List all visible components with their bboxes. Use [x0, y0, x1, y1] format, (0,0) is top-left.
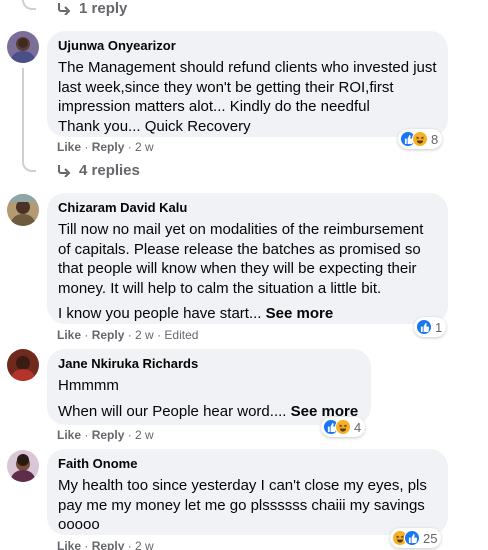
reaction-count: 8 [431, 131, 439, 147]
thread-connector [22, 0, 36, 10]
reply-link[interactable]: Reply [92, 539, 125, 550]
view-replies-link[interactable]: 4 replies [57, 162, 140, 179]
comment-time[interactable]: 2 w [135, 328, 154, 342]
reply-link[interactable]: Reply [92, 328, 125, 342]
edited-label: Edited [164, 328, 199, 342]
comment-truncated-text: When will our People hear word.... [58, 402, 287, 420]
comment-text: The Management should refund clients who… [58, 59, 437, 135]
comment-text: Hmmmm [58, 377, 119, 394]
comment-actions: Like · Reply · 2 w [57, 538, 154, 550]
avatar[interactable] [7, 349, 39, 381]
like-link[interactable]: Like [57, 328, 81, 342]
like-link[interactable]: Like [57, 140, 81, 154]
like-link[interactable]: Like [57, 428, 81, 442]
view-replies-label: 4 replies [79, 162, 140, 179]
haha-reaction-icon [335, 419, 351, 435]
reaction-count: 4 [354, 419, 362, 435]
view-replies-link[interactable]: 1 reply [57, 0, 127, 17]
like-link[interactable]: Like [57, 539, 81, 550]
reaction-summary[interactable]: 4 [321, 417, 366, 437]
comment-bubble: Faith Onome My health too since yesterda… [47, 449, 448, 535]
reaction-count: 25 [423, 530, 438, 546]
reaction-summary[interactable]: 25 [390, 528, 442, 548]
comment-text-continued: When will our People hear word.... See m… [58, 402, 360, 422]
comment-text: My health too since yesterday I can't cl… [58, 477, 427, 533]
comment-author[interactable]: Ujunwa Onyearizor [58, 38, 437, 54]
haha-reaction-icon [412, 131, 428, 147]
thread-connector [22, 150, 36, 172]
reply-arrow-icon [58, 164, 71, 177]
comment-actions: Like · Reply · 2 w [57, 428, 154, 442]
like-reaction-icon [404, 530, 420, 546]
comment-author[interactable]: Jane Nkiruka Richards [58, 356, 360, 372]
comment-actions: Like · Reply · 2 w [57, 140, 154, 154]
thread-line [0, 0, 2, 550]
comment-author[interactable]: Chizaram David Kalu [58, 200, 437, 216]
comment-truncated-text: I know you people have start... [58, 305, 262, 322]
avatar[interactable] [7, 194, 39, 226]
reply-link[interactable]: Reply [92, 140, 125, 154]
comment-actions: Like · Reply · 2 w · Edited [57, 328, 199, 342]
comment-bubble: Ujunwa Onyearizor The Management should … [47, 31, 448, 137]
reaction-summary[interactable]: 1 [414, 317, 447, 337]
comment-author[interactable]: Faith Onome [58, 456, 437, 472]
comment-time[interactable]: 2 w [135, 539, 154, 550]
comment-bubble: Chizaram David Kalu Till now no mail yet… [47, 193, 448, 324]
see-more-link[interactable]: See more [266, 305, 334, 322]
view-replies-label: 1 reply [79, 0, 128, 17]
comment-text: Till now no mail yet on modalities of th… [58, 221, 424, 297]
comment-bubble: Jane Nkiruka Richards Hmmmm When will ou… [47, 349, 371, 425]
thread-line [22, 68, 24, 160]
like-reaction-icon [416, 319, 432, 335]
comment-time[interactable]: 2 w [135, 140, 154, 154]
comment-time[interactable]: 2 w [135, 428, 154, 442]
reply-arrow-icon [58, 2, 71, 15]
reaction-count: 1 [435, 319, 443, 335]
reply-link[interactable]: Reply [92, 428, 125, 442]
reaction-summary[interactable]: 8 [398, 129, 443, 149]
avatar[interactable] [7, 450, 39, 482]
avatar[interactable] [7, 31, 39, 63]
comment-text-continued: I know you people have start... See more [58, 304, 437, 324]
